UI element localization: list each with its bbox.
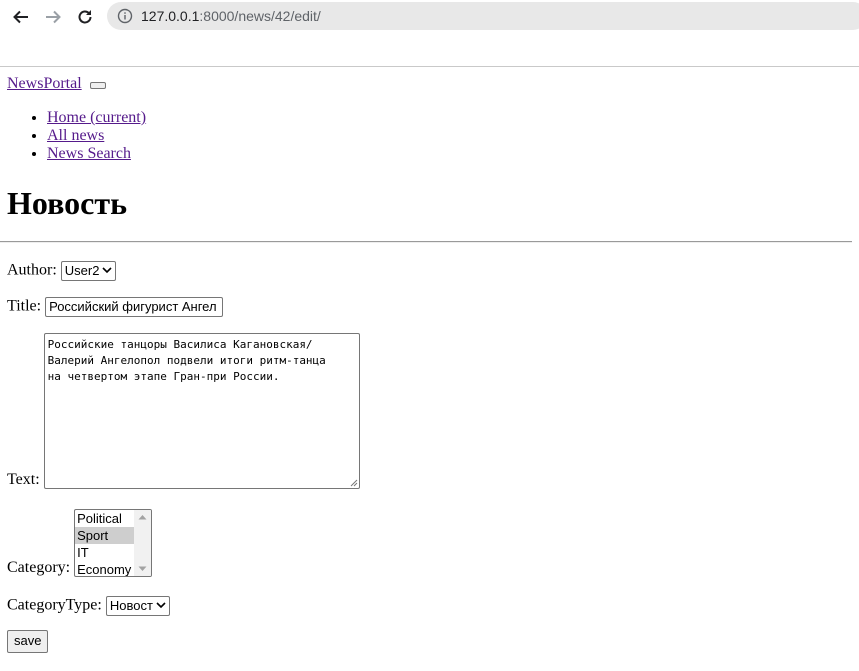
category-option[interactable]: Political — [75, 510, 134, 527]
listbox-scrollbar[interactable] — [134, 510, 152, 576]
url-host: 127.0.0.1 — [141, 8, 200, 24]
text-textarea[interactable]: Российские танцоры Василиса Кагановская/… — [43, 333, 360, 489]
title-input[interactable]: Российский фигурист Ангел — [45, 297, 224, 317]
category-type-select-value: Новост — [109, 598, 153, 613]
category-option-selected[interactable]: Sport — [75, 527, 135, 544]
category-option[interactable]: IT — [75, 544, 134, 561]
info-icon[interactable] — [117, 8, 133, 24]
forward-button[interactable] — [40, 4, 66, 30]
scroll-up-icon[interactable] — [138, 514, 147, 520]
chevron-down-icon — [156, 602, 166, 609]
scroll-down-icon[interactable] — [138, 566, 147, 572]
back-button[interactable] — [8, 4, 34, 30]
text-field: Text: Российские танцоры Василиса Кагано… — [7, 333, 360, 489]
address-bar[interactable]: 127.0.0.1:8000/news/42/edit/ — [107, 2, 859, 30]
author-label: Author: — [7, 261, 57, 279]
text-textarea-value: Российские танцоры Василиса Кагановская/… — [47, 338, 326, 383]
arrow-left-icon — [13, 10, 28, 24]
url-path: :8000/news/42/edit/ — [199, 8, 321, 24]
navbar: NewsPortal — [7, 75, 106, 95]
text-label: Text: — [7, 471, 40, 488]
resize-grip-icon[interactable] — [349, 478, 358, 487]
category-type-select[interactable]: Новост — [105, 596, 170, 616]
author-field: Author: User2 — [7, 261, 117, 281]
save-button[interactable]: save — [7, 630, 49, 653]
category-type-label: CategoryType: — [7, 596, 102, 614]
author-select-value: User2 — [64, 263, 100, 278]
author-select[interactable]: User2 — [60, 261, 117, 281]
category-listbox[interactable]: Political Sport IT Economy — [74, 509, 153, 577]
title-field: Title: Российский фигурист Ангел — [7, 297, 224, 317]
category-option[interactable]: Economy — [75, 561, 134, 576]
page-title: Новость — [7, 185, 127, 221]
category-field: Category: Political Sport IT Economy — [7, 509, 153, 577]
navbar-toggler-button[interactable] — [89, 81, 106, 89]
category-label: Category: — [7, 559, 71, 576]
chevron-down-icon — [102, 267, 113, 274]
nav-item-all-news: All news — [47, 127, 146, 145]
reload-icon — [78, 10, 92, 24]
divider — [0, 241, 852, 243]
nav-list: Home (current) All news News Search — [7, 109, 146, 163]
url-text[interactable]: 127.0.0.1:8000/news/42/edit/ — [141, 8, 321, 24]
category-type-field: CategoryType: Новост — [7, 596, 170, 616]
nav-link-news-search[interactable]: News Search — [47, 145, 131, 162]
brand-link[interactable]: NewsPortal — [7, 75, 82, 92]
nav-item-home: Home (current) — [47, 109, 146, 127]
save-row: save — [7, 630, 49, 653]
browser-toolbar: 127.0.0.1:8000/news/42/edit/ — [0, 0, 859, 67]
title-label: Title: — [7, 297, 42, 315]
nav-link-home[interactable]: Home (current) — [47, 109, 146, 126]
nav-item-news-search: News Search — [47, 145, 146, 163]
nav-link-all-news[interactable]: All news — [47, 127, 104, 144]
arrow-right-icon — [46, 10, 61, 24]
reload-button[interactable] — [72, 4, 98, 30]
